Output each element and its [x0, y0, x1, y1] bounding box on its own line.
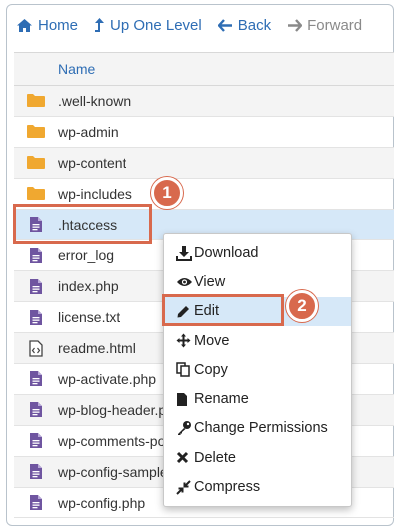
menu-item-view[interactable]: View [164, 267, 351, 296]
menu-item-label: Move [194, 332, 230, 349]
level-up-icon [94, 17, 105, 33]
text-file-icon [14, 494, 58, 511]
text-file-icon [14, 278, 58, 295]
file-name: wp-content [58, 154, 127, 171]
edit-highlight-box [162, 294, 284, 326]
back-label: Back [237, 16, 272, 34]
up-one-level-button[interactable]: Up One Level [88, 10, 208, 40]
download-icon [176, 245, 194, 261]
context-menu: Download View Edit Move Copy Rename Change Per… [163, 233, 352, 507]
file-row[interactable]: wp-admin [14, 117, 394, 148]
folder-icon [14, 124, 58, 139]
folder-icon [14, 186, 58, 201]
text-file-icon [14, 247, 58, 264]
menu-item-change-permissions[interactable]: Change Permissions [164, 414, 351, 443]
menu-item-label: View [194, 273, 226, 290]
menu-item-label: Change Permissions [194, 420, 328, 437]
text-file-icon [14, 463, 58, 480]
eye-icon [176, 276, 194, 288]
home-icon [16, 18, 33, 33]
menu-item-rename[interactable]: Rename [164, 384, 351, 413]
text-file-icon [14, 401, 58, 418]
menu-item-copy[interactable]: Copy [164, 355, 351, 384]
file-name: license.txt [58, 309, 121, 326]
file-name: readme.html [58, 340, 136, 357]
menu-item-compress[interactable]: Compress [164, 472, 351, 501]
file-name: index.php [58, 278, 119, 295]
menu-item-delete[interactable]: Delete [164, 443, 351, 472]
move-arrows-icon [176, 333, 194, 348]
menu-item-label: Copy [194, 361, 228, 378]
file-name: wp-admin [58, 123, 119, 140]
menu-item-label: Compress [194, 479, 261, 496]
up-one-level-label: Up One Level [110, 16, 202, 34]
htaccess-highlight-box [13, 204, 152, 244]
compress-icon [176, 479, 194, 495]
home-button[interactable]: Home [10, 10, 84, 40]
file-name: wp-includes [58, 185, 132, 202]
file-name: wp-activate.php [58, 370, 157, 387]
folder-icon [14, 93, 58, 108]
forward-button[interactable]: Forward [281, 10, 368, 40]
step-2-badge: 2 [286, 290, 318, 322]
name-column-label: Name [58, 61, 96, 77]
delete-x-icon [176, 451, 194, 464]
file-name: .well-known [58, 92, 132, 109]
key-icon [176, 420, 194, 436]
menu-item-label: Rename [194, 391, 249, 408]
forward-label: Forward [307, 16, 363, 34]
text-file-icon [14, 432, 58, 449]
file-row[interactable]: .well-known [14, 86, 394, 117]
arrow-left-icon [217, 18, 233, 32]
step-1-badge: 1 [151, 177, 183, 209]
menu-item-move[interactable]: Move [164, 326, 351, 355]
name-column-header[interactable]: Name [14, 52, 394, 86]
folder-icon [14, 155, 58, 170]
file-name: wp-config.php [58, 494, 146, 511]
file-icon [176, 392, 194, 407]
menu-item-download[interactable]: Download [164, 238, 351, 267]
code-file-icon [14, 339, 58, 357]
file-name: error_log [58, 247, 115, 264]
file-row[interactable]: wp-content [14, 147, 394, 179]
arrow-right-icon [287, 18, 303, 32]
navigation-toolbar: Home Up One Level Back Forward [10, 4, 390, 46]
text-file-icon [14, 370, 58, 387]
menu-item-label: Delete [194, 449, 236, 466]
menu-item-label: Download [194, 244, 259, 261]
home-label: Home [38, 16, 79, 34]
text-file-icon [14, 309, 58, 326]
back-button[interactable]: Back [212, 10, 277, 40]
copy-icon [176, 362, 194, 378]
